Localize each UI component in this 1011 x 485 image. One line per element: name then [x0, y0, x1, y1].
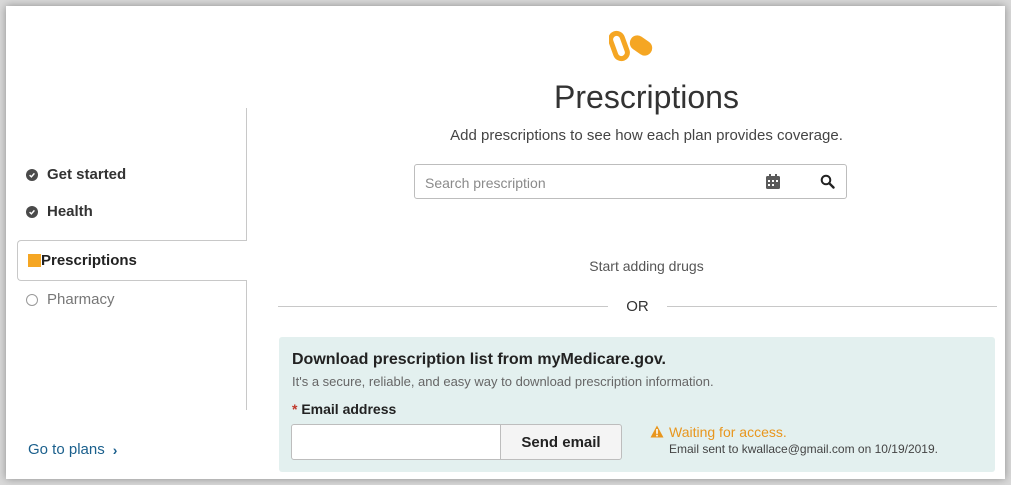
status-text: Waiting for access.	[669, 424, 787, 440]
current-step-dot-icon	[28, 254, 41, 267]
sidebar-item-pharmacy[interactable]: Pharmacy	[26, 291, 115, 308]
sidebar-item-label: Health	[47, 203, 93, 220]
sidebar-item-prescriptions[interactable]: Prescriptions	[17, 240, 247, 281]
pills-icon	[609, 30, 653, 62]
email-field[interactable]	[291, 424, 501, 460]
sidebar-item-label: Pharmacy	[47, 291, 115, 308]
calendar-icon[interactable]	[766, 174, 780, 189]
page-subtitle: Add prescriptions to see how each plan p…	[450, 127, 843, 144]
check-icon	[26, 205, 38, 218]
sidebar-item-label: Prescriptions	[41, 252, 137, 269]
divider-line	[666, 306, 997, 307]
empty-circle-icon	[26, 293, 38, 306]
download-heading: Download prescription list from myMedica…	[292, 351, 666, 368]
sidebar-item-health[interactable]: Health	[26, 203, 93, 220]
go-to-plans-label: Go to plans	[28, 441, 105, 458]
search-input[interactable]	[415, 165, 757, 200]
warning-icon	[650, 425, 664, 438]
sidebar-item-get-started[interactable]: Get started	[26, 166, 126, 183]
chevron-right-icon: ›	[112, 441, 118, 458]
page-title: Prescriptions	[554, 79, 739, 115]
status-detail: Email sent to kwallace@gmail.com on 10/1…	[669, 442, 938, 456]
go-to-plans-link[interactable]: Go to plans ›	[28, 441, 117, 458]
or-label: OR	[626, 298, 649, 315]
sidebar-item-label: Get started	[47, 166, 127, 183]
email-label: * Email address	[292, 401, 396, 417]
status-message: Waiting for access. Email sent to kwalla…	[650, 424, 938, 456]
or-divider: OR	[278, 298, 997, 315]
divider-line	[278, 306, 609, 307]
search-box	[414, 164, 847, 200]
empty-state-text: Start adding drugs	[589, 258, 704, 274]
check-icon	[26, 168, 38, 181]
download-panel: Download prescription list from myMedica…	[279, 337, 995, 472]
download-description: It's a secure, reliable, and easy way to…	[292, 374, 714, 389]
email-label-text: Email address	[301, 401, 397, 417]
app-window: Get started Health Prescriptions Pharmac…	[6, 6, 1005, 479]
required-mark: *	[292, 401, 298, 417]
search-icon[interactable]	[820, 174, 835, 189]
send-email-button[interactable]: Send email	[500, 424, 622, 460]
